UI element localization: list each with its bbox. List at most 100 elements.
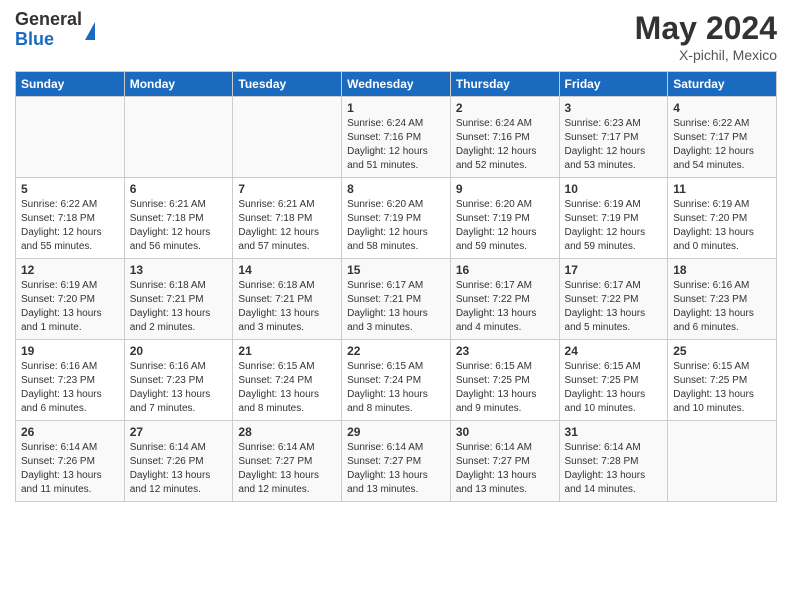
day-info: Sunrise: 6:15 AM Sunset: 7:25 PM Dayligh… — [673, 360, 771, 416]
logo-blue: Blue — [15, 30, 82, 50]
day-info: Sunrise: 6:14 AM Sunset: 7:26 PM Dayligh… — [130, 441, 228, 497]
col-friday: Friday — [559, 72, 668, 97]
calendar-week-5: 26 Sunrise: 6:14 AM Sunset: 7:26 PM Dayli… — [16, 421, 777, 502]
calendar-cell-w4-d4: 22Sunrise: 6:15 AM Sunset: 7:24 PM Dayli… — [342, 340, 451, 421]
calendar-cell-w2-d2: 6Sunrise: 6:21 AM Sunset: 7:18 PM Daylig… — [124, 178, 233, 259]
col-wednesday: Wednesday — [342, 72, 451, 97]
day-info: Sunrise: 6:14 AM Sunset: 7:27 PM Dayligh… — [347, 441, 445, 497]
day-info: Sunrise: 6:15 AM Sunset: 7:25 PM Dayligh… — [565, 360, 663, 416]
calendar-cell-w1-d4: 1Sunrise: 6:24 AM Sunset: 7:16 PM Daylig… — [342, 97, 451, 178]
day-info: Sunrise: 6:23 AM Sunset: 7:17 PM Dayligh… — [565, 117, 663, 173]
day-info: Sunrise: 6:16 AM Sunset: 7:23 PM Dayligh… — [130, 360, 228, 416]
col-monday: Monday — [124, 72, 233, 97]
day-number: 11 — [673, 182, 771, 196]
calendar-cell-w5-d4: 29 Sunrise: 6:14 AM Sunset: 7:27 PM Dayli… — [342, 421, 451, 502]
day-info: Sunrise: 6:20 AM Sunset: 7:19 PM Dayligh… — [456, 198, 554, 254]
calendar-cell-w4-d6: 24 Sunrise: 6:15 AM Sunset: 7:25 PM Dayli… — [559, 340, 668, 421]
day-info: Sunrise: 6:19 AM Sunset: 7:20 PM Dayligh… — [21, 279, 119, 335]
calendar-cell-w3-d4: 15Sunrise: 6:17 AM Sunset: 7:21 PM Dayli… — [342, 259, 451, 340]
day-number: 5 — [21, 182, 119, 196]
day-number: 30 — [456, 425, 554, 439]
day-number: 10 — [565, 182, 663, 196]
day-number: 25 — [673, 344, 771, 358]
day-number: 19 — [21, 344, 119, 358]
calendar-cell-w2-d3: 7Sunrise: 6:21 AM Sunset: 7:18 PM Daylig… — [233, 178, 342, 259]
day-info: Sunrise: 6:18 AM Sunset: 7:21 PM Dayligh… — [130, 279, 228, 335]
day-info: Sunrise: 6:14 AM Sunset: 7:27 PM Dayligh… — [456, 441, 554, 497]
calendar-cell-w2-d1: 5 Sunrise: 6:22 AM Sunset: 7:18 PM Daylig… — [16, 178, 125, 259]
calendar-cell-w1-d7: 4 Sunrise: 6:22 AM Sunset: 7:17 PM Daylig… — [668, 97, 777, 178]
calendar-cell-w1-d2 — [124, 97, 233, 178]
logo-text: General Blue — [15, 10, 82, 50]
day-info: Sunrise: 6:22 AM Sunset: 7:17 PM Dayligh… — [673, 117, 771, 173]
title-block: May 2024 X-pichil, Mexico — [635, 10, 777, 63]
calendar-body: 1Sunrise: 6:24 AM Sunset: 7:16 PM Daylig… — [16, 97, 777, 502]
day-number: 20 — [130, 344, 228, 358]
day-number: 28 — [238, 425, 336, 439]
day-number: 6 — [130, 182, 228, 196]
calendar-cell-w4-d1: 19 Sunrise: 6:16 AM Sunset: 7:23 PM Dayli… — [16, 340, 125, 421]
calendar-cell-w2-d7: 11 Sunrise: 6:19 AM Sunset: 7:20 PM Dayli… — [668, 178, 777, 259]
day-info: Sunrise: 6:22 AM Sunset: 7:18 PM Dayligh… — [21, 198, 119, 254]
calendar-cell-w5-d7 — [668, 421, 777, 502]
calendar-cell-w5-d1: 26 Sunrise: 6:14 AM Sunset: 7:26 PM Dayli… — [16, 421, 125, 502]
day-number: 31 — [565, 425, 663, 439]
location-subtitle: X-pichil, Mexico — [635, 47, 777, 63]
day-number: 29 — [347, 425, 445, 439]
day-info: Sunrise: 6:17 AM Sunset: 7:21 PM Dayligh… — [347, 279, 445, 335]
day-info: Sunrise: 6:17 AM Sunset: 7:22 PM Dayligh… — [565, 279, 663, 335]
calendar-cell-w1-d3 — [233, 97, 342, 178]
day-info: Sunrise: 6:14 AM Sunset: 7:26 PM Dayligh… — [21, 441, 119, 497]
day-number: 18 — [673, 263, 771, 277]
calendar-cell-w1-d5: 2 Sunrise: 6:24 AM Sunset: 7:16 PM Daylig… — [450, 97, 559, 178]
calendar-cell-w3-d5: 16Sunrise: 6:17 AM Sunset: 7:22 PM Dayli… — [450, 259, 559, 340]
calendar-cell-w2-d6: 10Sunrise: 6:19 AM Sunset: 7:19 PM Dayli… — [559, 178, 668, 259]
day-number: 4 — [673, 101, 771, 115]
calendar-cell-w2-d4: 8 Sunrise: 6:20 AM Sunset: 7:19 PM Daylig… — [342, 178, 451, 259]
day-number: 9 — [456, 182, 554, 196]
calendar-week-2: 5 Sunrise: 6:22 AM Sunset: 7:18 PM Daylig… — [16, 178, 777, 259]
day-number: 2 — [456, 101, 554, 115]
day-info: Sunrise: 6:15 AM Sunset: 7:25 PM Dayligh… — [456, 360, 554, 416]
day-number: 24 — [565, 344, 663, 358]
day-info: Sunrise: 6:16 AM Sunset: 7:23 PM Dayligh… — [21, 360, 119, 416]
day-info: Sunrise: 6:14 AM Sunset: 7:28 PM Dayligh… — [565, 441, 663, 497]
day-number: 26 — [21, 425, 119, 439]
day-number: 27 — [130, 425, 228, 439]
calendar-cell-w3-d6: 17 Sunrise: 6:17 AM Sunset: 7:22 PM Dayli… — [559, 259, 668, 340]
calendar-cell-w4-d7: 25 Sunrise: 6:15 AM Sunset: 7:25 PM Dayli… — [668, 340, 777, 421]
day-info: Sunrise: 6:20 AM Sunset: 7:19 PM Dayligh… — [347, 198, 445, 254]
calendar-cell-w1-d6: 3Sunrise: 6:23 AM Sunset: 7:17 PM Daylig… — [559, 97, 668, 178]
calendar-cell-w3-d3: 14Sunrise: 6:18 AM Sunset: 7:21 PM Dayli… — [233, 259, 342, 340]
calendar-cell-w4-d3: 21 Sunrise: 6:15 AM Sunset: 7:24 PM Dayli… — [233, 340, 342, 421]
logo-triangle-icon — [85, 22, 95, 40]
day-number: 7 — [238, 182, 336, 196]
day-info: Sunrise: 6:24 AM Sunset: 7:16 PM Dayligh… — [456, 117, 554, 173]
day-number: 21 — [238, 344, 336, 358]
day-number: 12 — [21, 263, 119, 277]
calendar-cell-w3-d7: 18 Sunrise: 6:16 AM Sunset: 7:23 PM Dayli… — [668, 259, 777, 340]
calendar-cell-w5-d3: 28 Sunrise: 6:14 AM Sunset: 7:27 PM Dayli… — [233, 421, 342, 502]
calendar-cell-w4-d2: 20 Sunrise: 6:16 AM Sunset: 7:23 PM Dayli… — [124, 340, 233, 421]
header: General Blue May 2024 X-pichil, Mexico — [15, 10, 777, 63]
col-sunday: Sunday — [16, 72, 125, 97]
col-thursday: Thursday — [450, 72, 559, 97]
calendar-cell-w4-d5: 23Sunrise: 6:15 AM Sunset: 7:25 PM Dayli… — [450, 340, 559, 421]
logo: General Blue — [15, 10, 95, 50]
day-number: 8 — [347, 182, 445, 196]
day-info: Sunrise: 6:19 AM Sunset: 7:20 PM Dayligh… — [673, 198, 771, 254]
calendar-cell-w5-d5: 30 Sunrise: 6:14 AM Sunset: 7:27 PM Dayli… — [450, 421, 559, 502]
calendar-week-4: 19 Sunrise: 6:16 AM Sunset: 7:23 PM Dayli… — [16, 340, 777, 421]
page: General Blue May 2024 X-pichil, Mexico S… — [0, 0, 792, 612]
calendar-header-row: Sunday Monday Tuesday Wednesday Thursday… — [16, 72, 777, 97]
month-year-title: May 2024 — [635, 10, 777, 47]
day-info: Sunrise: 6:18 AM Sunset: 7:21 PM Dayligh… — [238, 279, 336, 335]
logo-general: General — [15, 10, 82, 30]
day-number: 22 — [347, 344, 445, 358]
day-info: Sunrise: 6:15 AM Sunset: 7:24 PM Dayligh… — [238, 360, 336, 416]
day-info: Sunrise: 6:16 AM Sunset: 7:23 PM Dayligh… — [673, 279, 771, 335]
day-number: 17 — [565, 263, 663, 277]
day-info: Sunrise: 6:17 AM Sunset: 7:22 PM Dayligh… — [456, 279, 554, 335]
day-info: Sunrise: 6:24 AM Sunset: 7:16 PM Dayligh… — [347, 117, 445, 173]
day-info: Sunrise: 6:14 AM Sunset: 7:27 PM Dayligh… — [238, 441, 336, 497]
